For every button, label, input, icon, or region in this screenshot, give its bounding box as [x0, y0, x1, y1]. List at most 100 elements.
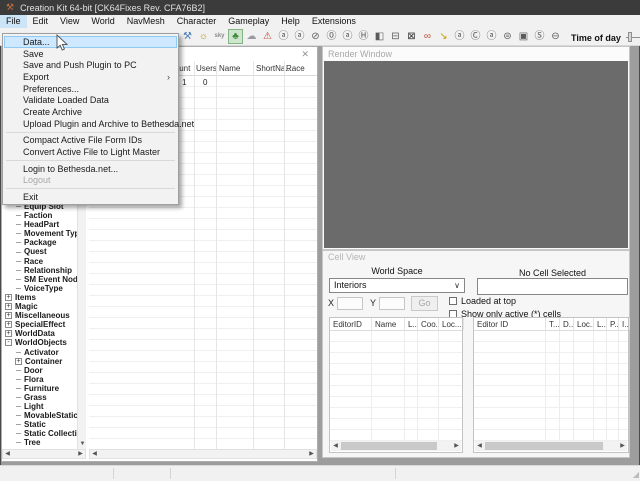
y-coordinate-field[interactable] — [379, 297, 405, 310]
list-horizontal-scrollbar[interactable]: ◀ ▶ — [89, 449, 317, 459]
expand-icon[interactable]: + — [5, 303, 12, 310]
tree-item-voicetype[interactable]: VoiceType — [4, 284, 77, 293]
window-a5-icon[interactable]: ⓐ — [484, 29, 499, 44]
menu-item-export[interactable]: Export› — [3, 71, 178, 83]
menu-item-preferences[interactable]: Preferences... — [3, 83, 178, 95]
cell-object-scrollbar[interactable]: ◀ ▶ — [475, 441, 627, 451]
link-icon[interactable]: ∞ — [420, 29, 435, 44]
tree-item-worldobjects[interactable]: -WorldObjects — [4, 338, 77, 347]
tree-item-race[interactable]: Race — [4, 257, 77, 266]
tree-item-quest[interactable]: Quest — [4, 247, 77, 256]
menu-gameplay[interactable]: Gameplay — [222, 15, 275, 28]
column-header-loc[interactable]: Loc... — [574, 318, 594, 330]
window-a4-icon[interactable]: ⓐ — [452, 29, 467, 44]
cell-filter-input[interactable] — [477, 278, 628, 295]
scrollbar-thumb[interactable] — [485, 442, 603, 450]
column-header-name[interactable]: Name — [219, 64, 240, 73]
world-space-dropdown[interactable]: Interiors ∨ — [329, 278, 465, 293]
scroll-down-icon[interactable]: ▼ — [78, 440, 87, 449]
column-header-d[interactable]: D... — [560, 318, 574, 330]
expand-icon[interactable]: + — [5, 321, 12, 328]
collapse-icon[interactable]: - — [5, 339, 12, 346]
column-header-l[interactable]: L... — [594, 318, 607, 330]
scroll-left-icon[interactable]: ◀ — [475, 442, 484, 450]
tree-item-worlddata[interactable]: +WorldData — [4, 329, 77, 338]
cell-object-body[interactable] — [474, 331, 628, 442]
window-a1-icon[interactable]: ⓐ — [276, 29, 291, 44]
menu-item-convert-active-file-to-light-master[interactable]: Convert Active File to Light Master — [3, 146, 178, 158]
tree-item-faction[interactable]: Faction — [4, 211, 77, 220]
tree-item-relationship[interactable]: Relationship — [4, 266, 77, 275]
cell-list-scrollbar[interactable]: ◀ ▶ — [331, 441, 461, 451]
cell-list-header[interactable]: EditorIDNameL...Coo...Loc... — [330, 318, 462, 331]
expand-icon[interactable]: + — [5, 312, 12, 319]
clouds-toggle-icon[interactable]: ☁ — [244, 29, 259, 44]
menu-item-data[interactable]: Data... — [4, 36, 177, 48]
cell-object-header[interactable]: Editor IDT...D...Loc...L...P...I... — [474, 318, 628, 331]
menu-view[interactable]: View — [54, 15, 85, 28]
menu-item-create-archive[interactable]: Create Archive — [3, 106, 178, 118]
tree-item-container[interactable]: +Container — [4, 357, 77, 366]
menu-navmesh[interactable]: NavMesh — [121, 15, 171, 28]
menu-item-exit[interactable]: Exit — [3, 191, 178, 203]
stop-icon[interactable]: ⊖ — [548, 29, 563, 44]
tree-item-furniture[interactable]: Furniture — [4, 384, 77, 393]
tree-horizontal-scrollbar[interactable]: ◀ ▶ — [2, 449, 86, 459]
tree-item-grass[interactable]: Grass — [4, 393, 77, 402]
tree-item-movablestatic[interactable]: MovableStatic — [4, 411, 77, 420]
expand-icon[interactable]: + — [5, 294, 12, 301]
scroll-right-icon[interactable]: ▶ — [452, 442, 461, 450]
window-m-icon[interactable]: ▣ — [516, 29, 531, 44]
expand-icon[interactable]: + — [5, 330, 12, 337]
expand-icon[interactable]: + — [15, 358, 22, 365]
column-header-loc[interactable]: Loc... — [439, 318, 464, 330]
tree-item-static[interactable]: Static — [4, 420, 77, 429]
menu-item-save-and-push-plugin-to-pc[interactable]: Save and Push Plugin to PC — [3, 59, 178, 71]
time-of-day-slider[interactable] — [626, 37, 640, 38]
tree-item-package[interactable]: Package — [4, 238, 77, 247]
go-button[interactable]: Go — [411, 296, 438, 311]
menu-extensions[interactable]: Extensions — [306, 15, 362, 28]
column-header-editor-id[interactable]: Editor ID — [474, 318, 546, 330]
render-viewport[interactable] — [324, 61, 628, 248]
scrollbar-thumb[interactable] — [341, 442, 437, 450]
tree-item-specialeffect[interactable]: +SpecialEffect — [4, 320, 77, 329]
tree-item-door[interactable]: Door — [4, 366, 77, 375]
cube-icon[interactable]: ◧ — [372, 29, 387, 44]
resize-grip-icon[interactable]: ◢ — [633, 471, 639, 479]
menu-file[interactable]: File — [0, 15, 27, 28]
wand-icon[interactable]: ↘ — [436, 29, 451, 44]
close-icon[interactable]: ✕ — [301, 49, 309, 60]
tree-item-headpart[interactable]: HeadPart — [4, 220, 77, 229]
tree-item-movement-type[interactable]: Movement Type — [4, 229, 77, 238]
time-of-day-slider-thumb[interactable] — [628, 32, 632, 42]
window-a3-icon[interactable]: ⓐ — [340, 29, 355, 44]
tree-item-miscellaneous[interactable]: +Miscellaneous — [4, 311, 77, 320]
menu-item-compact-active-file-form-ids[interactable]: Compact Active File Form IDs — [3, 135, 178, 147]
window-zero-icon[interactable]: ⓪ — [324, 29, 339, 44]
tree-item-flora[interactable]: Flora — [4, 375, 77, 384]
scroll-left-icon[interactable]: ◀ — [90, 450, 99, 458]
ring-icon[interactable]: ⊜ — [500, 29, 515, 44]
menu-item-login-to-bethesda-net[interactable]: Login to Bethesda.net... — [3, 163, 178, 175]
column-header-l[interactable]: L... — [405, 318, 418, 330]
column-header-t[interactable]: T... — [546, 318, 560, 330]
column-header-users[interactable]: Users — [196, 64, 217, 73]
brush-tool-icon[interactable]: ⚒ — [180, 29, 195, 44]
menu-world[interactable]: World — [85, 15, 120, 28]
column-header-race[interactable]: Race — [286, 64, 305, 73]
window-a2-icon[interactable]: ⓐ — [292, 29, 307, 44]
tree-item-items[interactable]: +Items — [4, 293, 77, 302]
x-coordinate-field[interactable] — [337, 297, 363, 310]
tree-item-magic[interactable]: +Magic — [4, 302, 77, 311]
loaded-at-top-checkbox[interactable] — [449, 297, 457, 305]
menu-edit[interactable]: Edit — [27, 15, 55, 28]
column-header-i[interactable]: I... — [619, 318, 630, 330]
column-header-name[interactable]: Name — [372, 318, 405, 330]
light-bulb-icon[interactable]: ☼ — [196, 29, 211, 44]
tree-item-activator[interactable]: Activator — [4, 348, 77, 357]
window-c-icon[interactable]: Ⓒ — [468, 29, 483, 44]
grass-toggle-icon[interactable]: ♣ — [228, 29, 243, 44]
tree-item-static-collection[interactable]: Static Collection — [4, 429, 77, 438]
warnings-icon[interactable]: ⚠ — [260, 29, 275, 44]
